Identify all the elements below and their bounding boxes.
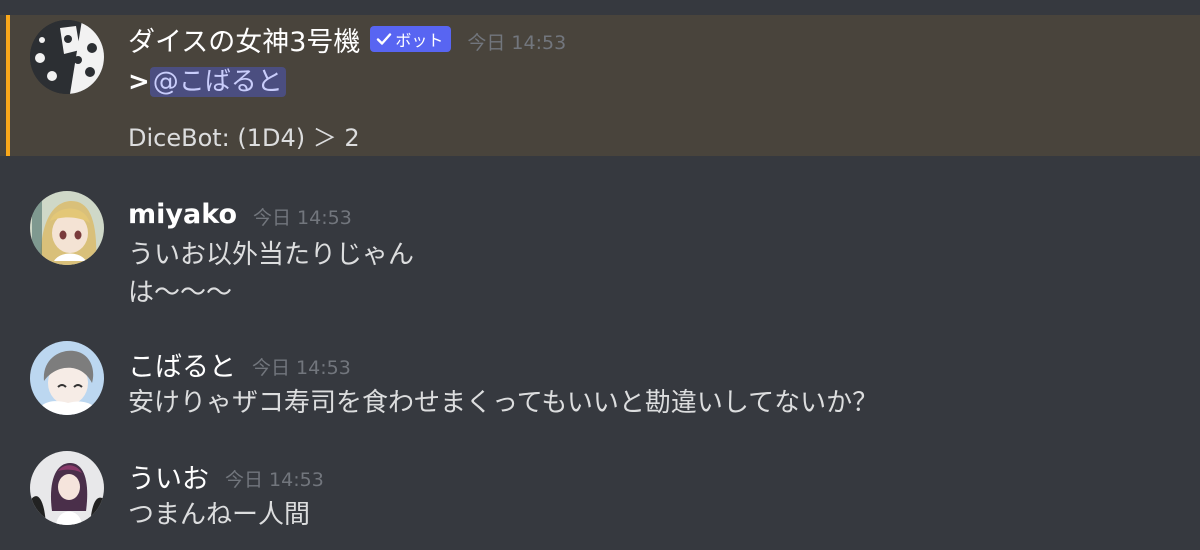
avatar-kobaruto[interactable] [30, 341, 104, 415]
message-miyako: miyako 今日 14:53 ういお以外当たりじゃん は〜〜〜 [0, 188, 1200, 308]
message-text-line: は〜〜〜 [128, 278, 233, 308]
message-uio: ういお 今日 14:53 つまんねー人間 [0, 450, 1200, 540]
message-header: ダイスの女神3号機 ボット 今日 14:53 [128, 20, 566, 58]
dice-result: DiceBot: (1D4) ＞ 2 [128, 124, 360, 152]
bot-tag-label: ボット [395, 31, 444, 50]
message-dicebot: ダイスの女神3号機 ボット 今日 14:53 > @こばると DiceBot: (… [0, 15, 1200, 156]
avatar-uio[interactable] [30, 451, 104, 525]
timestamp[interactable]: 今日 14:53 [467, 28, 566, 55]
message-kobaruto: こばると 今日 14:53 安けりゃザコ寿司を食わせまくってもいいと勘違いしてな… [0, 338, 1200, 428]
message-content: > @こばると [128, 61, 286, 98]
avatar-miyako[interactable] [30, 191, 104, 265]
message-text-line: つまんねー人間 [128, 500, 311, 530]
chat-message-list: ダイスの女神3号機 ボット 今日 14:53 > @こばると DiceBot: (… [0, 0, 1200, 550]
anime-avatar-icon [30, 451, 104, 525]
message-header: miyako 今日 14:53 [128, 198, 352, 230]
quote-prefix: > [128, 67, 150, 97]
anime-avatar-icon [30, 341, 104, 415]
message-header: こばると 今日 14:53 [128, 348, 351, 383]
timestamp[interactable]: 今日 14:53 [253, 203, 352, 230]
bot-tag: ボット [370, 26, 452, 52]
check-icon [377, 33, 392, 45]
anime-avatar-icon [30, 191, 104, 265]
username[interactable]: こばると [128, 345, 236, 384]
timestamp[interactable]: 今日 14:53 [225, 465, 324, 492]
message-text-line: ういお以外当たりじゃん [128, 240, 415, 270]
timestamp[interactable]: 今日 14:53 [252, 353, 351, 380]
dice-avatar-icon [30, 20, 104, 94]
message-header: ういお 今日 14:53 [128, 460, 324, 495]
username[interactable]: ダイスの女神3号機 [128, 20, 360, 59]
username[interactable]: ういお [128, 457, 209, 496]
message-text-line: 安けりゃザコ寿司を食わせまくってもいいと勘違いしてないか？ [128, 388, 879, 418]
username[interactable]: miyako [128, 199, 237, 230]
user-mention[interactable]: @こばると [149, 67, 286, 97]
avatar-dicebot[interactable] [30, 20, 104, 94]
